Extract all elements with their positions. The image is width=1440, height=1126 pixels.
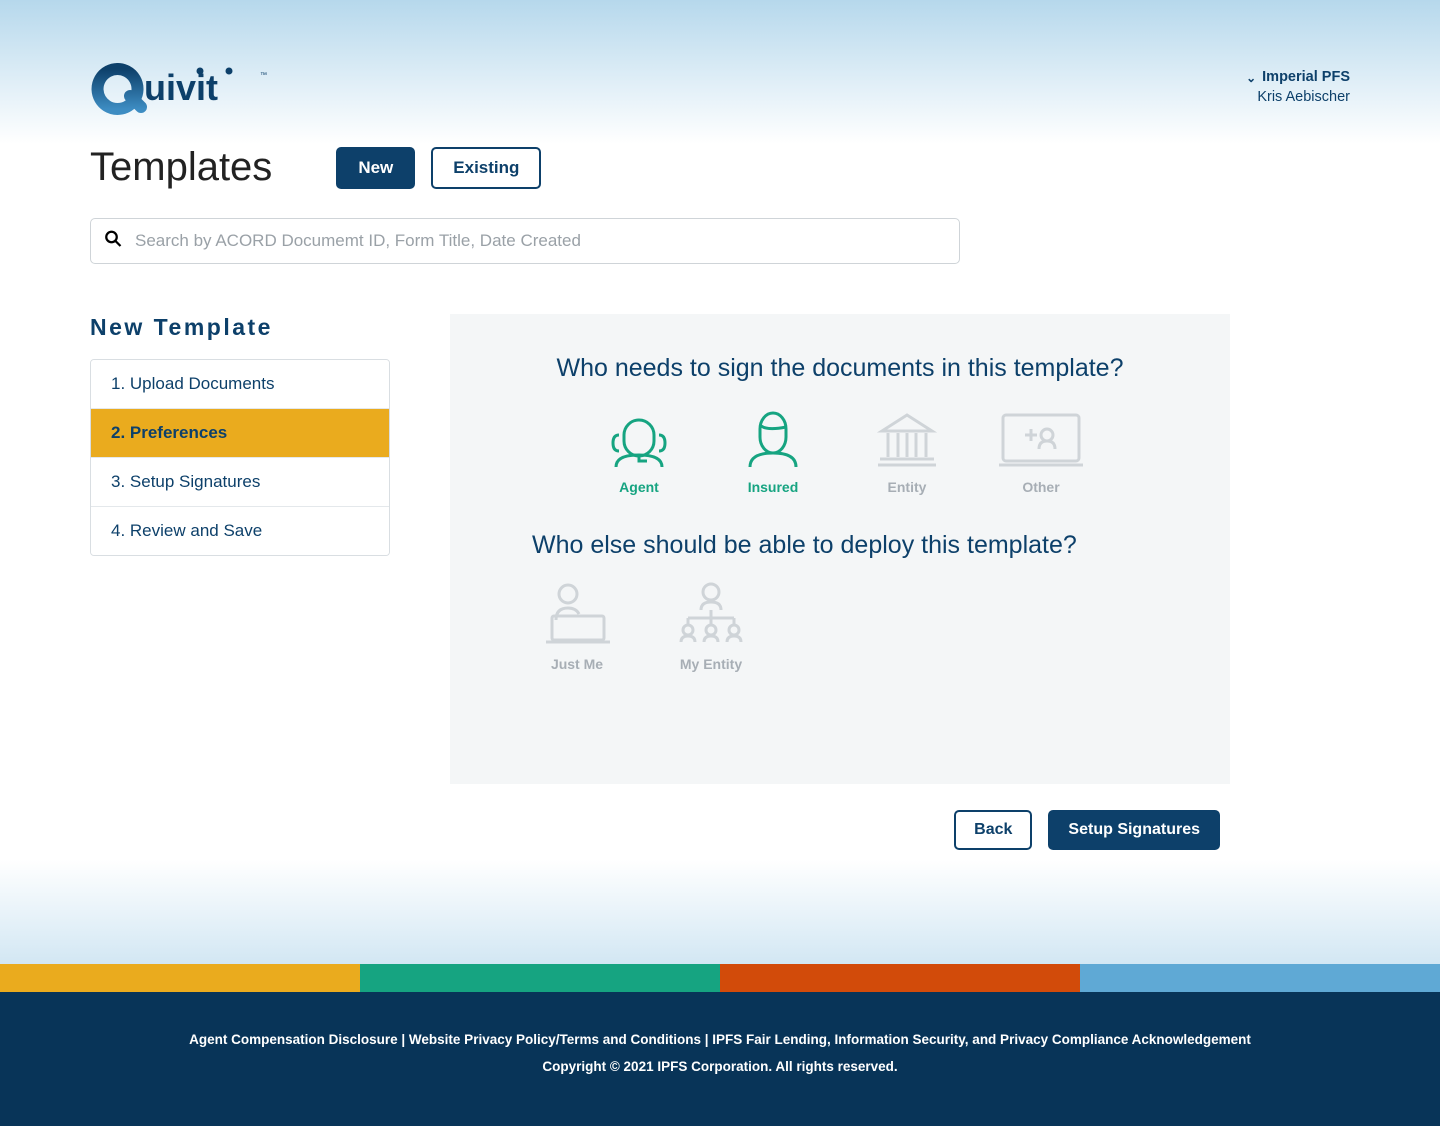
preferences-card: Who needs to sign the documents in this …: [450, 314, 1230, 784]
option-other[interactable]: Other: [996, 403, 1086, 495]
option-agent[interactable]: Agent: [594, 403, 684, 495]
option-label: My Entity: [680, 656, 742, 672]
step-upload-documents[interactable]: 1. Upload Documents: [91, 360, 389, 409]
logo-quivit: uivit ™: [90, 60, 275, 115]
option-label: Insured: [748, 479, 799, 495]
user-menu[interactable]: ⌄ Imperial PFS Kris Aebischer: [1246, 68, 1350, 108]
option-label: Other: [1022, 479, 1059, 495]
question-deploy: Who else should be able to deploy this t…: [510, 531, 1170, 560]
page-title: Templates: [90, 145, 272, 190]
option-insured[interactable]: Insured: [728, 403, 818, 495]
other-icon: [1002, 403, 1080, 469]
insured-icon: [734, 403, 812, 469]
step-setup-signatures[interactable]: 3. Setup Signatures: [91, 458, 389, 507]
question-sign: Who needs to sign the documents in this …: [510, 354, 1170, 383]
user-name: Kris Aebischer: [1246, 88, 1350, 108]
tab-existing[interactable]: Existing: [431, 147, 541, 189]
footer-links[interactable]: Agent Compensation Disclosure | Website …: [20, 1026, 1420, 1053]
tab-new[interactable]: New: [336, 147, 415, 189]
option-my-entity[interactable]: My Entity: [666, 580, 756, 672]
my-entity-icon: [672, 580, 750, 646]
svg-text:™: ™: [260, 72, 267, 79]
chevron-down-icon: ⌄: [1246, 70, 1256, 86]
entity-icon: [868, 403, 946, 469]
option-label: Just Me: [551, 656, 603, 672]
just-me-icon: [538, 580, 616, 646]
footer-copyright: Copyright © 2021 IPFS Corporation. All r…: [20, 1053, 1420, 1080]
option-entity[interactable]: Entity: [862, 403, 952, 495]
step-review-and-save[interactable]: 4. Review and Save: [91, 507, 389, 555]
option-label: Agent: [619, 479, 659, 495]
setup-signatures-button[interactable]: Setup Signatures: [1048, 810, 1220, 850]
search-input[interactable]: [90, 218, 960, 264]
search-icon: [104, 230, 122, 253]
back-button[interactable]: Back: [954, 810, 1032, 850]
footer: Agent Compensation Disclosure | Website …: [0, 964, 1440, 1126]
agent-icon: [600, 403, 678, 469]
company-name: Imperial PFS: [1262, 68, 1350, 88]
option-just-me[interactable]: Just Me: [532, 580, 622, 672]
step-preferences[interactable]: 2. Preferences: [91, 409, 389, 458]
wizard-steps: 1. Upload Documents 2. Preferences 3. Se…: [90, 359, 390, 556]
option-label: Entity: [888, 479, 927, 495]
section-heading-new-template: New Template: [90, 314, 390, 341]
svg-text:uivit: uivit: [144, 67, 218, 108]
